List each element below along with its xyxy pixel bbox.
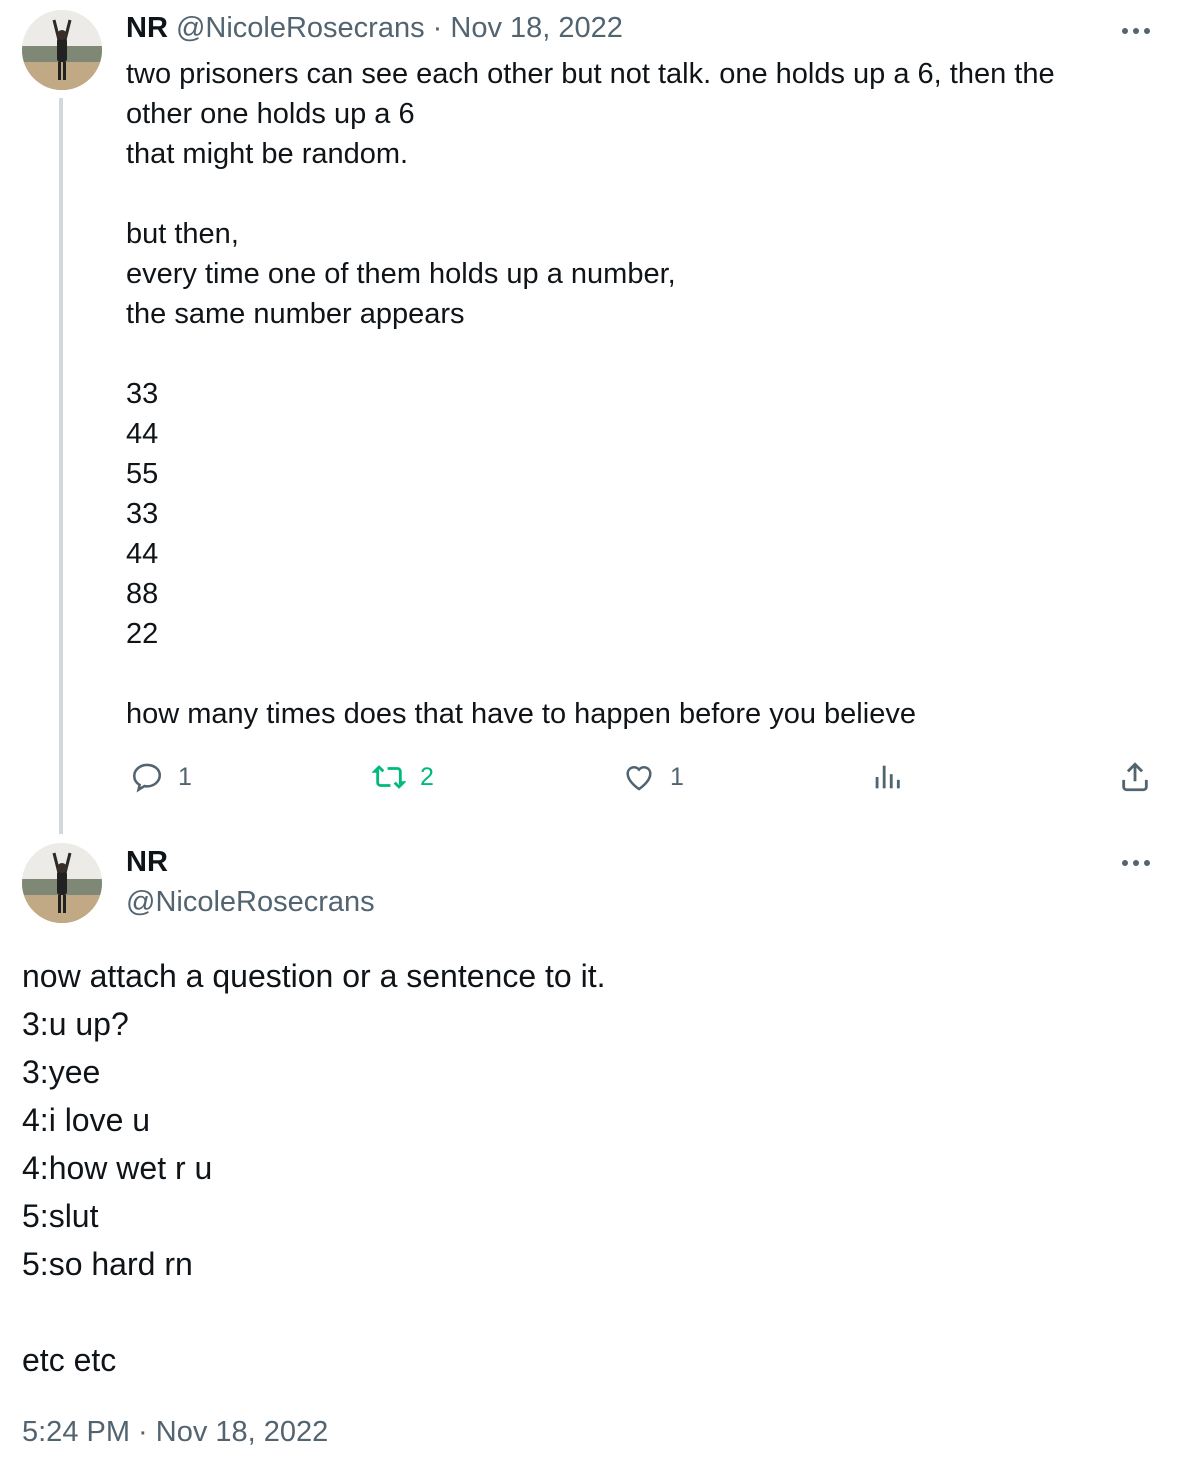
main-tweet-text: now attach a question or a sentence to i…	[22, 958, 606, 1378]
separator: ·	[432, 12, 443, 44]
share-button[interactable]	[1118, 760, 1152, 794]
retweet-count: 2	[420, 762, 434, 791]
share-icon	[1122, 762, 1148, 792]
avatar-photo	[22, 843, 102, 923]
main-display-name[interactable]: NR	[126, 846, 168, 879]
tweet-date[interactable]: Nov 18, 2022	[450, 12, 623, 44]
reply-count: 1	[178, 762, 192, 791]
views-button[interactable]	[870, 760, 904, 794]
display-name[interactable]: NR	[126, 12, 168, 44]
more-icon[interactable]	[1122, 28, 1150, 34]
reply-icon	[132, 763, 162, 793]
tweet-timestamp[interactable]: 5:24 PM · Nov 18, 2022	[22, 1416, 328, 1449]
retweet-button[interactable]: 2	[372, 760, 434, 794]
thread-connector-line	[59, 98, 63, 834]
views-icon	[875, 765, 900, 789]
reply-tweet-text: two prisoners can see each other but not…	[126, 58, 1055, 730]
reply-header: NR @NicoleRosecrans · Nov 18, 2022	[126, 12, 623, 45]
like-count: 1	[670, 762, 684, 791]
more-icon[interactable]	[1122, 860, 1150, 866]
main-handle[interactable]: @NicoleRosecrans	[126, 886, 375, 919]
reply-button[interactable]: 1	[130, 760, 192, 794]
avatar-photo	[22, 10, 102, 90]
retweet-icon	[372, 765, 406, 789]
handle[interactable]: @NicoleRosecrans	[176, 12, 425, 44]
main-avatar[interactable]	[22, 843, 102, 923]
like-icon	[626, 765, 652, 791]
like-button[interactable]: 1	[622, 760, 684, 794]
avatar[interactable]	[22, 10, 102, 90]
